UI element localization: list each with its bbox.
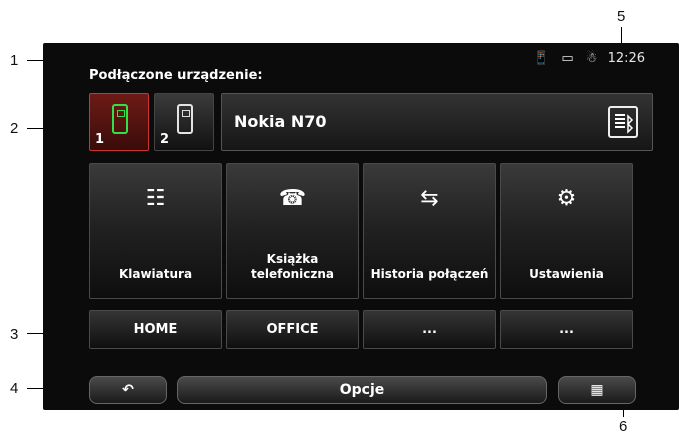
callout-1: 1 — [10, 52, 19, 69]
settings-label: Ustawienia — [529, 267, 604, 281]
phonebook-label: Książka telefoniczna — [251, 252, 334, 281]
battery-icon: ▭ — [561, 51, 574, 66]
status-bar: 📱 ▭ ☃ 12:26 — [533, 51, 645, 66]
callout-2: 2 — [10, 120, 19, 137]
keypad-icon: ☷ — [145, 186, 166, 211]
phone-screen: 📱 ▭ ☃ 12:26 Podłączone urządzenie: 1 2 N… — [43, 43, 679, 410]
back-button[interactable]: ↶ — [89, 376, 167, 404]
phone-icon — [177, 104, 193, 134]
phonebook-button[interactable]: ☎ Książka telefoniczna — [226, 163, 359, 299]
device-name-panel: Nokia N70 — [221, 93, 653, 151]
grid-icon: ▦ — [590, 382, 604, 398]
connected-device-label: Podłączone urządzenie: — [89, 68, 263, 83]
gps-icon: ☃ — [585, 51, 598, 66]
quick-dial-office[interactable]: OFFICE — [226, 310, 359, 349]
call-history-button[interactable]: ⇆ Historia połączeń — [363, 163, 496, 299]
callout-6: 6 — [619, 418, 628, 435]
phone-status-icon: 📱 — [533, 51, 550, 66]
back-arrow-icon: ↶ — [122, 382, 134, 398]
quick-dial-empty-2[interactable]: ... — [500, 310, 633, 349]
call-history-label: Historia połączeń — [370, 267, 489, 281]
gear-icon: ⚙ — [556, 186, 577, 211]
callout-4: 4 — [10, 380, 19, 397]
menu-button[interactable]: ▦ — [558, 376, 636, 404]
phone-icon — [112, 104, 128, 134]
quick-dial-empty-1[interactable]: ... — [363, 310, 496, 349]
keyboard-label: Klawiatura — [118, 267, 193, 281]
device-name: Nokia N70 — [234, 112, 327, 131]
callout-3: 3 — [10, 326, 19, 343]
options-button[interactable]: Opcje — [177, 376, 547, 404]
device-number: 1 — [95, 132, 105, 147]
call-history-icon: ⇆ — [420, 186, 439, 211]
callout-5: 5 — [617, 8, 626, 25]
phonebook-icon: ☎ — [278, 186, 307, 211]
bluetooth-info-icon[interactable] — [608, 106, 638, 138]
keyboard-button[interactable]: ☷ Klawiatura — [89, 163, 222, 299]
device-1-button[interactable]: 1 — [89, 93, 149, 151]
device-2-button[interactable]: 2 — [154, 93, 214, 151]
device-number: 2 — [160, 132, 170, 147]
quick-dial-home[interactable]: HOME — [89, 310, 222, 349]
settings-button[interactable]: ⚙ Ustawienia — [500, 163, 633, 299]
clock: 12:26 — [607, 51, 646, 66]
